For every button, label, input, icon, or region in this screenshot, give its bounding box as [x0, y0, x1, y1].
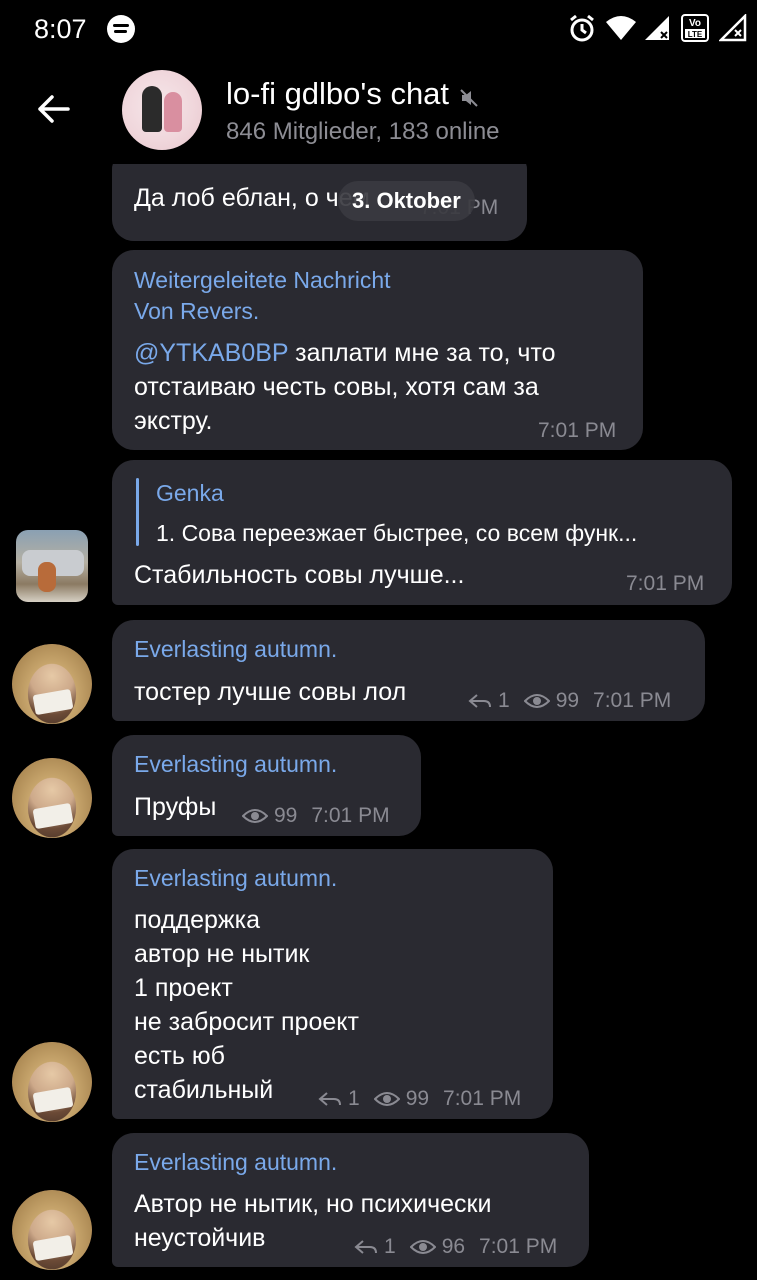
forward-from[interactable]: Von Revers.	[134, 295, 259, 327]
svg-text:LTE: LTE	[688, 30, 703, 39]
sender-name[interactable]: Everlasting autumn.	[134, 1149, 337, 1176]
view-count: 96	[441, 1235, 466, 1258]
reply-icon	[318, 1092, 341, 1106]
message-meta: 99 7:01 PM	[242, 804, 390, 828]
reply-count: 1	[348, 1087, 360, 1110]
view-count: 99	[405, 1087, 430, 1110]
message-meta: 1 99 7:01 PM	[318, 1087, 521, 1111]
views-icon	[242, 809, 268, 823]
reply-quote-bar	[136, 478, 139, 546]
reply-count: 1	[384, 1235, 396, 1258]
views-icon	[373, 1092, 400, 1106]
svg-text:Vo: Vo	[689, 18, 701, 29]
wifi-icon	[605, 14, 636, 42]
message-text-part: заплати мне за то, что	[288, 339, 556, 367]
message-time: 7:01 PM	[443, 1087, 522, 1110]
muted-icon	[459, 88, 479, 108]
message-text-line: неустойчив	[134, 1224, 266, 1252]
back-button[interactable]	[36, 94, 76, 126]
message-time: 7:01 PM	[626, 572, 705, 595]
chat-title-group[interactable]: lo-fi gdlbo's chat	[226, 76, 479, 112]
sender-avatar[interactable]	[12, 1190, 92, 1270]
message-text-line-3: экстру.	[134, 407, 213, 435]
signal-icon-2	[717, 12, 747, 42]
message-bubble[interactable]: Everlasting autumn. тостер лучше совы ло…	[112, 620, 705, 721]
spotify-icon	[107, 15, 135, 43]
chat-subtitle: 846 Mitglieder, 183 online	[226, 118, 500, 145]
message-time: 7:01 PM	[311, 804, 390, 827]
message-text-line: автор не нытик	[134, 940, 310, 968]
message-bubble[interactable]: Everlasting autumn. Пруфы 99 7:01 PM	[112, 735, 421, 836]
message-text-line-1: @YTKAB0BP заплати мне за то, что	[134, 336, 556, 370]
views-icon	[409, 1240, 436, 1254]
message-time: 7:01 PM	[538, 419, 617, 442]
sender-name[interactable]: Everlasting autumn.	[134, 751, 337, 778]
sender-avatar-genka[interactable]	[16, 530, 88, 602]
reply-count: 1	[498, 689, 510, 712]
message-text: тостер лучше совы лол	[134, 678, 407, 706]
message-text-line: есть юб	[134, 1042, 225, 1070]
status-icons: Vo LTE	[567, 12, 747, 42]
sender-name[interactable]: Everlasting autumn.	[134, 636, 337, 663]
signal-icon	[643, 14, 671, 42]
sender-avatar[interactable]	[12, 1042, 92, 1122]
message-text: Стабильность совы лучше...	[134, 561, 465, 589]
chat-avatar-image[interactable]	[122, 70, 202, 150]
forwarded-label: Weitergeleitete Nachricht	[134, 267, 391, 293]
reply-preview[interactable]: 1. Сова переезжает быстрее, со всем функ…	[156, 520, 637, 547]
reply-author[interactable]: Genka	[156, 480, 224, 507]
message-meta: 1 96 7:01 PM	[354, 1235, 557, 1259]
view-count: 99	[274, 804, 298, 827]
date-separator: 3. Oktober	[338, 181, 475, 221]
message-text-line: не забросит проект	[134, 1008, 359, 1036]
message-text-line: Автор не нытик, но психически	[134, 1190, 492, 1218]
sender-avatar[interactable]	[12, 758, 92, 838]
sender-name[interactable]: Everlasting autumn.	[134, 865, 337, 892]
views-icon	[523, 694, 550, 708]
message-text-line: поддержка	[134, 906, 260, 934]
message-meta: 1 99 7:01 PM	[468, 689, 671, 713]
message-time: 7:01 PM	[593, 689, 672, 712]
message-text-line: 1 проект	[134, 974, 233, 1002]
view-count: 99	[555, 689, 580, 712]
reply-icon	[354, 1240, 377, 1254]
status-bar: 8:07 Vo LTE	[0, 0, 757, 60]
alarm-icon	[567, 14, 595, 42]
message-time: 7:01 PM	[479, 1235, 558, 1258]
message-bubble[interactable]: Everlasting autumn. Автор не нытик, но п…	[112, 1133, 589, 1267]
message-bubble-reply[interactable]: Genka 1. Сова переезжает быстрее, со все…	[112, 460, 732, 605]
message-text: Пруфы	[134, 793, 217, 821]
message-bubble[interactable]: Everlasting autumn. поддержка автор не н…	[112, 849, 553, 1119]
chat-header-front: lo-fi gdlbo's chat 846 Mitglieder, 183 o…	[0, 60, 757, 165]
message-meta: 7:01 PM	[538, 419, 616, 443]
message-meta: 7:01 PM	[626, 572, 704, 596]
volte-icon: Vo LTE	[681, 14, 709, 42]
chat-title-text: lo-fi gdlbo's chat	[226, 76, 450, 111]
status-time: 8:07	[34, 14, 87, 44]
message-text-line: стабильный	[134, 1076, 274, 1104]
mention-link[interactable]: @YTKAB0BP	[134, 339, 288, 367]
sender-avatar[interactable]	[12, 644, 92, 724]
reply-icon	[468, 694, 491, 708]
message-text-line-2: отстаиваю честь совы, хотя сам за	[134, 373, 539, 401]
message-bubble-forwarded[interactable]: Weitergeleitete Nachricht Von Revers. @Y…	[112, 250, 643, 450]
message-1-text: Да лоб еблан, о чем	[134, 184, 370, 212]
forward-from-visible: Von Revers.	[134, 164, 259, 172]
